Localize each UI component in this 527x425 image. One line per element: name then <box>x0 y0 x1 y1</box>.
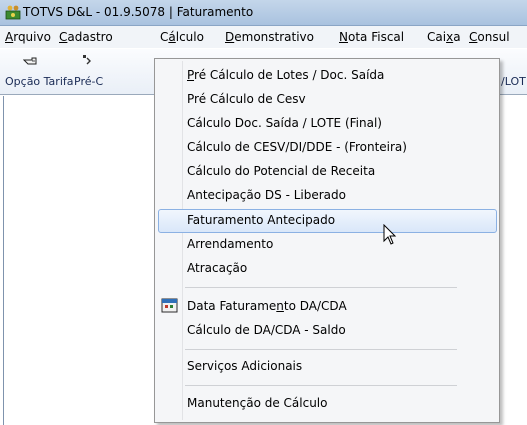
window-title: TOTVS D&L - 01.9.5078 | Faturamento <box>23 5 254 19</box>
menu-item-antecipacao-ds[interactable]: Antecipação DS - Liberado <box>187 188 346 202</box>
menu-nota-fiscal[interactable]: Nota Fiscal <box>339 30 404 44</box>
menu-consulta[interactable]: Consul <box>469 30 510 44</box>
menu-item-pre-calculo-lotes[interactable]: Pré Cálculo de Lotes / Doc. Saída <box>187 68 384 82</box>
toolbar-label-pre-calculo: Pré-C <box>74 75 104 88</box>
menu-separator <box>185 349 457 350</box>
menu-item-arrendamento[interactable]: Arrendamento <box>187 237 273 251</box>
menu-arquivo[interactable]: Arquivo <box>5 30 51 44</box>
menu-item-atracacao[interactable]: Atracação <box>187 261 247 275</box>
menu-bar: Arquivo Cadastro Cálculo Demonstrativo N… <box>0 26 527 48</box>
menu-item-calculo-cesv-fronteira[interactable]: Cálculo de CESV/DI/DDE - (Fronteira) <box>187 140 407 154</box>
mouse-pointer-icon <box>383 224 397 245</box>
menu-item-calculo-da-cda-saldo[interactable]: Cálculo de DA/CDA - Saldo <box>187 323 346 337</box>
menu-item-data-faturamento[interactable]: Data Faturamento DA/CDA <box>187 299 347 313</box>
calculator-icon <box>83 55 91 65</box>
calculo-menu: Pré Cálculo de Lotes / Doc. Saída Pré Cá… <box>154 58 500 423</box>
menu-icon-gutter <box>182 61 183 420</box>
menu-separator <box>185 287 457 288</box>
menu-demonstrativo[interactable]: Demonstrativo <box>225 30 314 44</box>
menu-item-calculo-potencial[interactable]: Cálculo do Potencial de Receita <box>187 164 375 178</box>
menu-item-calculo-doc-saida[interactable]: Cálculo Doc. Saída / LOTE (Final) <box>187 116 382 130</box>
menu-calculo[interactable]: Cálculo <box>160 30 204 44</box>
menu-cadastro[interactable]: Cadastro <box>59 30 113 44</box>
menu-item-manutencao-calculo[interactable]: Manutenção de Cálculo <box>187 396 327 410</box>
work-area-border <box>3 96 4 425</box>
menu-caixa[interactable]: Caixa <box>427 30 461 44</box>
pointing-hand-icon <box>23 57 37 65</box>
calendar-icon <box>161 298 178 313</box>
menu-item-faturamento-antecipado[interactable]: Faturamento Antecipado <box>187 213 335 227</box>
title-bar: TOTVS D&L - 01.9.5078 | Faturamento <box>0 0 527 26</box>
menu-item-servicos-adicionais[interactable]: Serviços Adicionais <box>187 359 302 373</box>
toolbar-label-opcao-tarifa: Opção Tarifa <box>5 75 74 88</box>
money-people-icon <box>5 5 21 20</box>
menu-item-pre-calculo-cesv[interactable]: Pré Cálculo de Cesv <box>187 92 306 106</box>
menu-separator <box>185 385 457 386</box>
